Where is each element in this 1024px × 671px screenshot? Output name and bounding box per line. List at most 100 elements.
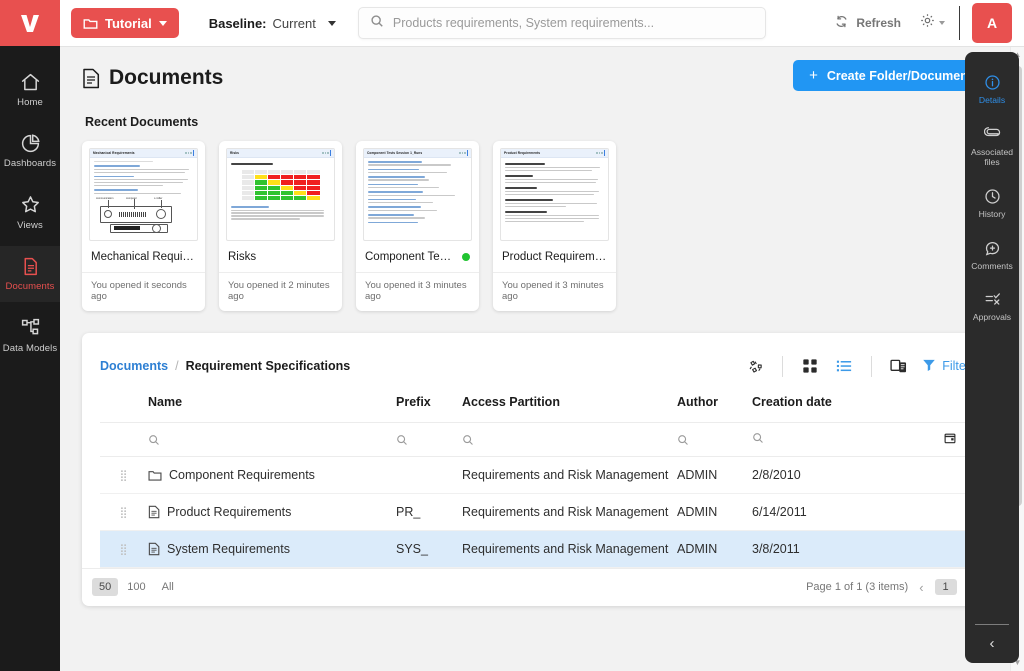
recent-documents-list: Mechanical Requirements communication co… bbox=[82, 141, 988, 311]
filter-cell-access-partition[interactable] bbox=[462, 422, 677, 457]
filter-cell-author[interactable] bbox=[677, 422, 752, 457]
info-icon bbox=[984, 74, 1001, 91]
table-row[interactable]: ⣿ Product Requirements PR_ Requirements bbox=[100, 493, 970, 531]
row-name-text: Component Requirements bbox=[169, 468, 315, 482]
recent-document-card[interactable]: Product Requirements Product Requirement… bbox=[493, 141, 616, 311]
table-filter-row bbox=[100, 422, 970, 457]
toolbar-divider bbox=[959, 6, 960, 40]
create-folder-document-button[interactable]: + Create Folder/Document bbox=[793, 60, 988, 91]
table-row[interactable]: ⣿ Component Requirements Requirements an… bbox=[100, 456, 970, 494]
row-drag-handle[interactable]: ⣿ bbox=[100, 456, 148, 494]
panel-item-label: Approvals bbox=[972, 312, 1012, 323]
sidebar-item-label: Data Models bbox=[2, 342, 58, 354]
chevron-down-icon bbox=[939, 21, 945, 25]
thumb-title: Component Tests Session 1_Runs bbox=[367, 151, 423, 155]
page-title-document-icon bbox=[82, 68, 100, 89]
row-name: Product Requirements bbox=[148, 493, 396, 531]
table-toolbar: Filter bbox=[738, 353, 970, 379]
recent-document-card[interactable]: Mechanical Requirements communication co… bbox=[82, 141, 205, 311]
panel-item-label: Comments bbox=[971, 260, 1013, 271]
settings-button[interactable] bbox=[915, 12, 957, 34]
panel-divider bbox=[975, 623, 1009, 625]
current-page-number[interactable]: 1 bbox=[934, 579, 957, 595]
recent-document-name: Mechanical Requireme... bbox=[82, 241, 205, 263]
documents-table-card: Documents / Requirement Specifications F… bbox=[82, 333, 988, 606]
folder-icon bbox=[148, 469, 162, 482]
table-footer: 50 100 All Page 1 of 1 (3 items) ‹ 1 › bbox=[82, 568, 988, 606]
filter-cell-handle bbox=[100, 422, 148, 457]
thumb-title: Mechanical Requirements bbox=[93, 151, 135, 155]
table-header-name[interactable]: Name bbox=[148, 395, 396, 423]
recent-document-name-text: Component Tests Se... bbox=[365, 251, 456, 263]
breadcrumb-link-documents[interactable]: Documents bbox=[100, 359, 168, 373]
gear-icon bbox=[919, 12, 936, 34]
list-view-icon[interactable] bbox=[827, 353, 861, 379]
row-drag-handle[interactable]: ⣿ bbox=[100, 493, 148, 531]
thumb-title: Risks bbox=[230, 151, 240, 155]
table-header: Name Prefix Access Partition Author Crea… bbox=[100, 395, 970, 423]
grid-view-icon[interactable] bbox=[793, 353, 827, 379]
sidebar-item-dashboards[interactable]: Dashboards bbox=[0, 123, 60, 178]
top-bar: Tutorial Baseline: Current Re bbox=[60, 0, 1024, 47]
recent-document-name-text: Risks bbox=[228, 251, 257, 263]
recent-document-meta: You opened it 3 minutes ago bbox=[493, 272, 616, 311]
filter-cell-creation-date[interactable] bbox=[752, 422, 970, 457]
row-access-partition: Requirements and Risk Management bbox=[462, 456, 677, 494]
sidebar-item-home[interactable]: Home bbox=[0, 62, 60, 117]
page-size-all[interactable]: All bbox=[155, 578, 181, 596]
panel-item-approvals[interactable]: Approvals bbox=[965, 281, 1019, 333]
refresh-button[interactable]: Refresh bbox=[820, 14, 915, 32]
table-header-creation-date[interactable]: Creation date bbox=[752, 395, 970, 423]
recent-document-card[interactable]: Risks Risks You opened it 2 minutes ago bbox=[219, 141, 342, 311]
panel-item-history[interactable]: History bbox=[965, 178, 1019, 230]
table-card-header: Documents / Requirement Specifications F… bbox=[82, 333, 988, 395]
recent-document-name-text: Mechanical Requireme... bbox=[91, 251, 196, 263]
search-icon bbox=[370, 14, 384, 33]
approvals-icon bbox=[984, 291, 1001, 308]
page-size-100[interactable]: 100 bbox=[120, 578, 152, 596]
baseline-value: Current bbox=[272, 15, 316, 31]
row-name: Component Requirements bbox=[148, 456, 396, 494]
table-header-access-partition[interactable]: Access Partition bbox=[462, 395, 677, 423]
table-header-prefix[interactable]: Prefix bbox=[396, 395, 462, 423]
avatar[interactable]: A bbox=[972, 3, 1012, 43]
page-size-50[interactable]: 50 bbox=[92, 578, 119, 596]
app-logo[interactable] bbox=[0, 0, 60, 46]
recent-document-meta: You opened it seconds ago bbox=[82, 272, 205, 311]
breadcrumb: Documents / Requirement Specifications bbox=[100, 359, 350, 373]
search-input[interactable] bbox=[392, 16, 754, 30]
calendar-icon[interactable] bbox=[944, 431, 956, 449]
panel-item-details[interactable]: Details bbox=[965, 64, 1019, 116]
drag-handle-icon: ⣿ bbox=[119, 544, 129, 556]
sidebar-item-label: Dashboards bbox=[3, 158, 57, 170]
table-header-author[interactable]: Author bbox=[677, 395, 752, 423]
recent-document-card[interactable]: Component Tests Session 1_Runs Component… bbox=[356, 141, 479, 311]
search-icon bbox=[462, 434, 677, 446]
panel-item-associated-files[interactable]: Associated files bbox=[965, 116, 1019, 178]
panel-item-comments[interactable]: Comments bbox=[965, 230, 1019, 282]
project-selector-button[interactable]: Tutorial bbox=[71, 8, 179, 38]
sidebar-item-documents[interactable]: Documents bbox=[0, 246, 60, 302]
sidebar-item-views[interactable]: Views bbox=[0, 185, 60, 240]
baseline-selector[interactable]: Baseline: Current bbox=[209, 16, 336, 31]
page-size-selector: 50 100 All bbox=[92, 578, 181, 596]
recent-document-meta: You opened it 2 minutes ago bbox=[219, 272, 342, 311]
collapse-panel-button[interactable]: ‹ bbox=[965, 613, 1019, 664]
global-search[interactable] bbox=[357, 7, 766, 39]
sidebar-item-data-models[interactable]: Data Models bbox=[0, 308, 60, 363]
row-prefix: SYS_ bbox=[396, 530, 462, 568]
previous-page-button[interactable]: ‹ bbox=[917, 580, 925, 595]
row-drag-handle[interactable]: ⣿ bbox=[100, 530, 148, 568]
recycle-icon[interactable] bbox=[738, 353, 772, 379]
duplicate-icon[interactable] bbox=[882, 353, 916, 379]
file-icon bbox=[148, 505, 160, 519]
table-row[interactable]: ⣿ System Requirements SYS_ Requirements bbox=[100, 530, 970, 568]
filter-cell-prefix[interactable] bbox=[396, 422, 462, 457]
table-header-handle bbox=[100, 395, 148, 423]
filter-cell-name[interactable] bbox=[148, 422, 396, 457]
sidebar-item-label: Home bbox=[17, 97, 43, 108]
row-access-partition: Requirements and Risk Management bbox=[462, 493, 677, 531]
document-icon bbox=[19, 255, 41, 277]
filter-button[interactable]: Filter bbox=[916, 358, 970, 375]
application-window: Home Dashboards Views Documents Data Mod… bbox=[0, 0, 1024, 671]
